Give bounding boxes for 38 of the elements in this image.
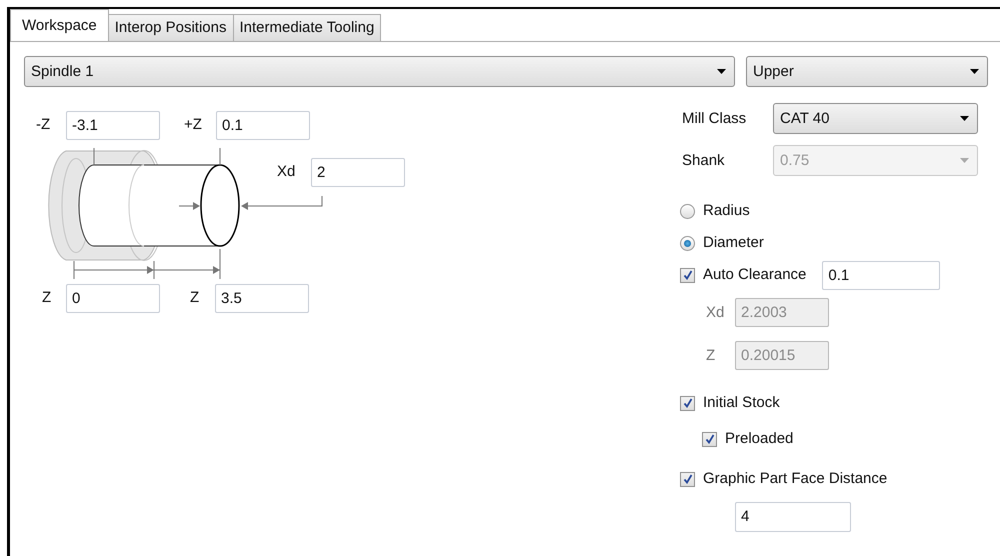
input-field[interactable]: 2 [311,158,405,187]
tab[interactable]: Interop Positions [108,14,234,41]
checkbox[interactable] [702,432,717,446]
field-label: +Z [184,115,202,135]
side-dropdown[interactable]: Upper [746,56,988,87]
checkbox-label: Initial Stock [703,393,780,413]
field-label: Z [42,288,52,308]
radio-label: Radius [703,201,750,221]
tab[interactable]: Intermediate Tooling [232,14,382,41]
input-field[interactable]: -3.1 [66,111,160,140]
radio-button[interactable] [680,236,695,250]
checkbox[interactable] [680,268,695,282]
checkbox[interactable] [680,472,695,486]
input-field[interactable]: 0.1 [822,260,940,290]
field-label: Z [190,288,200,308]
input-field[interactable]: 0.1 [216,111,310,140]
spindle-dropdown[interactable]: Spindle 1 [24,56,735,87]
checkbox-label: Auto Clearance [703,265,806,285]
input-field[interactable]: 3.5 [215,284,309,313]
checkbox-label: Graphic Part Face Distance [703,469,888,489]
tab[interactable]: Workspace [10,9,109,41]
radio-button[interactable] [680,204,695,218]
field-label: Shank [681,150,726,170]
caret-icon [717,69,726,74]
field-label: Mill Class [681,108,748,128]
caret-icon [960,116,969,121]
input-field[interactable]: 0 [66,284,160,313]
checkbox[interactable] [680,396,695,410]
field-label: Z [706,346,716,366]
radio-label: Diameter [703,233,764,253]
field-label: -Z [36,115,50,135]
input-field[interactable]: 4 [735,502,851,532]
caret-icon [970,69,979,74]
checkbox-label: Preloaded [725,429,794,449]
caret-icon [960,158,969,163]
field-label: Xd [277,162,296,182]
field-label: Xd [706,302,726,322]
mill-class-dropdown[interactable]: CAT 40 [773,103,978,134]
